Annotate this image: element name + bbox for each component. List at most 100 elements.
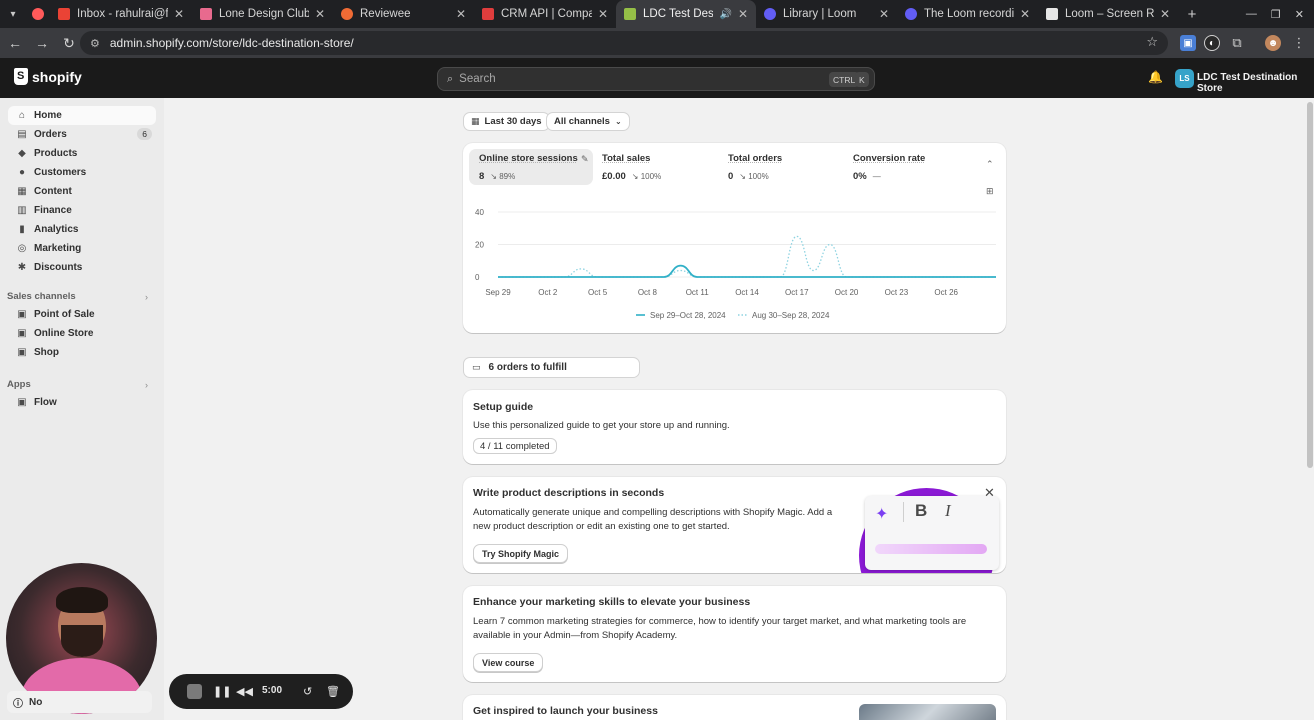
bookmark-star-icon[interactable]: ☆ — [1146, 34, 1158, 50]
close-tab-icon[interactable]: ✕ — [879, 7, 889, 21]
sidebar-item-orders[interactable]: ▤ Orders 6 — [8, 125, 156, 144]
puzzle-extensions-icon[interactable]: ⧉ — [1229, 35, 1245, 51]
sidebar-item-products[interactable]: ◆ Products — [8, 144, 156, 163]
loom-recording-controls: ❚❚ ◀◀ 5:00 ↺ 🗑 — [169, 674, 353, 709]
back-arrow-icon[interactable]: ← — [3, 35, 27, 51]
chart-bars-icon: ▮ — [19, 224, 25, 235]
view-course-button[interactable]: View course — [473, 653, 544, 672]
search-icon: ⌕ — [447, 72, 454, 85]
browser-tab-strip: ▾ Inbox - rahulrai@fo ✕ Lone Design Club… — [0, 0, 1314, 28]
sidebar-item-content[interactable]: ▦ Content — [8, 182, 156, 201]
kebab-menu-icon[interactable]: ⋮ — [1291, 35, 1307, 51]
x-tick-label: Oct 20 — [835, 288, 859, 297]
person-icon: ● — [18, 167, 26, 178]
store-avatar[interactable]: LS — [1175, 69, 1194, 88]
shopify-topbar: shopify ⌕ Search CTRL K 🔔 LS LDC Test De… — [0, 58, 1314, 98]
browser-tab[interactable]: CRM API | Compani ✕ — [474, 0, 616, 28]
address-bar[interactable]: ⚙ admin.shopify.com/store/ldc-destinatio… — [80, 31, 1168, 55]
browser-tab[interactable]: Loom – Screen Rec ✕ — [1038, 0, 1178, 28]
x-tick-label: Oct 23 — [885, 288, 909, 297]
loom-status-tip: ⓘ No — [7, 691, 152, 713]
browser-tab[interactable]: Lone Design Club | T ✕ — [192, 0, 333, 28]
discount-icon: ✱ — [17, 262, 27, 273]
setup-progress-button[interactable]: 4 / 11 completed — [473, 438, 557, 454]
loom-favicon-icon — [764, 8, 776, 20]
x-tick-label: Oct 14 — [735, 288, 759, 297]
sidebar-item-finance[interactable]: ▥ Finance — [8, 201, 156, 220]
stop-icon[interactable] — [187, 684, 202, 699]
bank-icon: ▥ — [17, 205, 27, 216]
sidebar-item-analytics[interactable]: ▮ Analytics — [8, 220, 156, 239]
sidebar-item-discounts[interactable]: ✱ Discounts — [8, 258, 156, 277]
shop-icon: ▣ — [17, 347, 27, 358]
x-tick-label: Oct 26 — [934, 288, 958, 297]
pos-icon: ▣ — [17, 309, 27, 320]
extension-icon[interactable]: ▣ — [1180, 35, 1196, 51]
sales-channels-heading[interactable]: Sales channels — [7, 291, 76, 302]
forward-arrow-icon[interactable]: → — [30, 35, 54, 51]
series-line — [498, 264, 996, 278]
close-tab-icon[interactable]: ✕ — [174, 7, 184, 21]
minimize-icon[interactable]: — — [1246, 8, 1257, 20]
shopify-bag-icon — [14, 68, 28, 85]
tab-search-icon[interactable]: ▾ — [0, 0, 26, 28]
extension-icon[interactable]: ◐ — [1204, 35, 1220, 51]
sidebar-item-flow[interactable]: ▣ Flow — [8, 393, 156, 412]
new-tab-icon[interactable]: + — [1178, 6, 1206, 23]
try-shopify-magic-button[interactable]: Try Shopify Magic — [473, 544, 569, 563]
pause-icon[interactable]: ❚❚ — [213, 685, 231, 698]
setup-guide-title: Setup guide — [473, 401, 534, 413]
browser-toolbar: ← → ↻ ⚙ admin.shopify.com/store/ldc-dest… — [0, 28, 1314, 58]
apps-heading[interactable]: Apps — [7, 379, 31, 390]
scrollbar[interactable] — [1306, 98, 1314, 720]
restore-icon[interactable]: ❐ — [1271, 8, 1281, 21]
chevron-right-icon[interactable]: › — [145, 292, 148, 302]
bell-icon[interactable]: 🔔 — [1148, 70, 1163, 84]
close-tab-icon[interactable]: ✕ — [598, 7, 608, 21]
site-info-icon[interactable]: ⚙ — [90, 37, 100, 50]
loom-record-tab[interactable] — [26, 0, 50, 28]
browser-tab[interactable]: Library | Loom ✕ — [756, 0, 897, 28]
sidebar-item-marketing[interactable]: ◎ Marketing — [8, 239, 156, 258]
x-tick-label: Oct 5 — [588, 288, 608, 297]
y-tick-label: 20 — [475, 241, 484, 250]
legend-label: Aug 30–Sep 28, 2024 — [752, 311, 830, 320]
gmail-icon — [58, 8, 70, 20]
rewind-icon[interactable]: ◀◀ — [236, 685, 253, 698]
trash-icon[interactable]: 🗑 — [326, 685, 340, 698]
browser-tab[interactable]: Inbox - rahulrai@fo ✕ — [50, 0, 192, 28]
speaker-icon: 🔊 — [719, 8, 732, 20]
chevron-right-icon[interactable]: › — [145, 380, 148, 390]
date-range-button[interactable]: ▦ Last 30 days — [463, 112, 550, 131]
scrollbar-thumb[interactable] — [1307, 102, 1313, 468]
channels-dropdown[interactable]: All channels ⌄ — [546, 112, 630, 131]
sidebar-item-customers[interactable]: ● Customers — [8, 163, 156, 182]
sidebar-item-home[interactable]: ⌂ Home — [8, 106, 156, 125]
home-icon: ⌂ — [18, 110, 26, 121]
restart-icon[interactable]: ↺ — [303, 685, 312, 698]
admin-search-input[interactable]: ⌕ Search CTRL K — [437, 67, 875, 91]
storefront-icon: ▣ — [17, 328, 27, 339]
browser-tab-active[interactable]: LDC Test Destina 🔊 ✕ — [616, 0, 756, 28]
reload-icon[interactable]: ↻ — [57, 35, 81, 52]
close-window-icon[interactable]: ✕ — [1295, 8, 1304, 21]
close-tab-icon[interactable]: ✕ — [738, 7, 748, 21]
close-tab-icon[interactable]: ✕ — [315, 7, 325, 21]
profile-avatar[interactable]: ☻ — [1265, 35, 1281, 51]
close-tab-icon[interactable]: ✕ — [1020, 7, 1030, 21]
browser-tab[interactable]: Reviewee ✕ — [333, 0, 474, 28]
calendar-icon: ▦ — [471, 116, 480, 126]
close-tab-icon[interactable]: ✕ — [1160, 7, 1170, 21]
sidebar-item-point-of-sale[interactable]: ▣ Point of Sale — [8, 305, 156, 324]
store-name[interactable]: LDC Test Destination Store — [1197, 72, 1314, 94]
loom-favicon-icon — [905, 8, 917, 20]
sidebar-item-online-store[interactable]: ▣ Online Store — [8, 324, 156, 343]
orders-to-fulfill-button[interactable]: ▭ 6 orders to fulfill — [463, 357, 640, 378]
sidebar-item-shop[interactable]: ▣ Shop — [8, 343, 156, 362]
shopify-logo[interactable]: shopify — [14, 68, 82, 85]
browser-tab[interactable]: The Loom recording ✕ — [897, 0, 1038, 28]
y-tick-label: 40 — [475, 208, 484, 217]
close-icon[interactable]: ✕ — [984, 485, 995, 501]
analytics-card: Online store sessions 8 ↘ 89% ✎ Total sal… — [463, 143, 1006, 333]
close-tab-icon[interactable]: ✕ — [456, 7, 466, 21]
